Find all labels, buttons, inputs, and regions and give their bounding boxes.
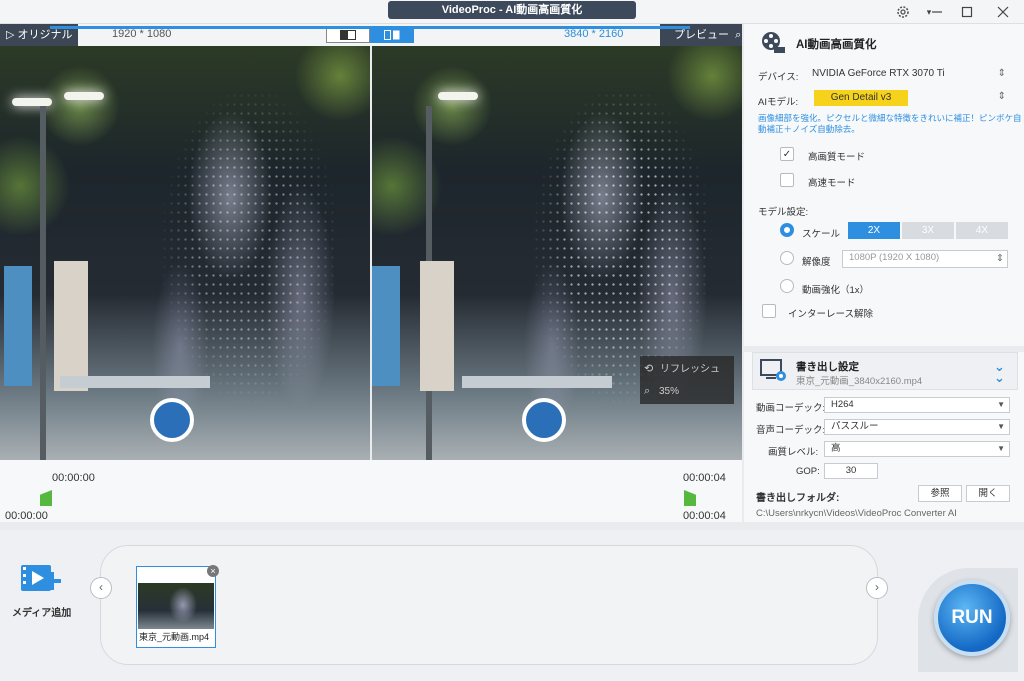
browse-button[interactable]: 参照 bbox=[918, 485, 962, 502]
trim-end-time: 00:00:04 bbox=[683, 510, 726, 522]
export-heading: 書き出し設定 bbox=[796, 361, 859, 373]
audio-codec-label: 音声コーデック: bbox=[756, 425, 826, 436]
gop-input[interactable]: 30 bbox=[824, 463, 878, 479]
hq-mode-checkbox[interactable]: ✓ bbox=[780, 147, 794, 161]
scale-label: スケール bbox=[802, 229, 841, 240]
split-view-icon bbox=[340, 30, 356, 40]
quality-label: 画質レベル: bbox=[768, 447, 819, 458]
side-by-side-toggle[interactable] bbox=[370, 27, 414, 43]
export-folder-label: 書き出しフォルダ: bbox=[756, 493, 840, 504]
scale-4x-button[interactable]: 4X bbox=[956, 222, 1008, 239]
zoom-icon: ⌕ bbox=[735, 29, 742, 41]
add-video-icon bbox=[21, 565, 61, 591]
timeline bbox=[0, 460, 742, 522]
device-select[interactable]: NVIDIA GeForce RTX 3070 Ti ⇕ bbox=[806, 64, 1010, 84]
quality-value: 高 bbox=[831, 443, 841, 454]
open-folder-button[interactable]: 開く bbox=[966, 485, 1010, 502]
refresh-label: リフレッシュ bbox=[660, 364, 720, 375]
chevron-updown-icon: ⇕ bbox=[996, 253, 1004, 264]
chevron-right-icon[interactable]: › bbox=[866, 577, 888, 599]
deinterlace-label: インターレース解除 bbox=[788, 309, 874, 320]
zoom-value: 35% bbox=[658, 386, 679, 397]
scale-3x-button[interactable]: 3X bbox=[902, 222, 954, 239]
audio-codec-select[interactable]: パススルー ▼ bbox=[824, 419, 1010, 435]
timeline-start-time: 00:00:00 bbox=[52, 472, 95, 484]
thumbnail-image bbox=[138, 583, 214, 629]
chevron-updown-icon: ⇕ bbox=[997, 91, 1006, 102]
resolution-select[interactable]: 1080P (1920 X 1080) ⇕ bbox=[842, 250, 1008, 268]
split-view-toggle[interactable] bbox=[326, 27, 370, 43]
side-by-side-icon bbox=[384, 30, 400, 40]
ai-panel-heading: AI動画高画質化 bbox=[796, 39, 877, 51]
media-strip bbox=[100, 545, 878, 665]
hq-mode-label: 高画質モード bbox=[808, 152, 866, 163]
media-thumbnail[interactable]: 東京_元動画.mp4 bbox=[136, 566, 216, 648]
quality-select[interactable]: 高 ▼ bbox=[824, 441, 1010, 457]
add-media-label: メディア追加 bbox=[12, 608, 72, 619]
device-label: デバイス: bbox=[758, 72, 799, 83]
minimize-button[interactable] bbox=[922, 2, 952, 22]
resolution-label: 解像度 bbox=[802, 257, 831, 268]
window-title: VideoProc - AI動画高画質化 bbox=[388, 1, 636, 19]
check-icon: ✓ bbox=[782, 148, 792, 160]
gop-label: GOP: bbox=[796, 466, 820, 477]
thumbnail-filename: 東京_元動画.mp4 bbox=[139, 632, 210, 642]
ai-model-label: AIモデル: bbox=[758, 97, 799, 108]
chevron-updown-icon: ⇕ bbox=[997, 68, 1006, 79]
preview-controls: ⟲ リフレッシュ ⌕ 35% bbox=[640, 356, 734, 404]
preview-tab-label: プレビュー bbox=[674, 29, 729, 41]
export-folder-path: C:\Users\nrkycn\Videos\VideoProc Convert… bbox=[756, 508, 957, 519]
film-reel-icon bbox=[760, 30, 786, 54]
audio-codec-value: パススルー bbox=[831, 421, 879, 432]
fast-mode-checkbox[interactable] bbox=[780, 173, 794, 187]
export-filename: 東京_元動画_3840x2160.mp4 bbox=[796, 376, 923, 387]
run-button[interactable]: RUN bbox=[934, 580, 1010, 656]
maximize-button[interactable] bbox=[952, 2, 982, 22]
deinterlace-checkbox[interactable] bbox=[762, 304, 776, 318]
ai-model-value: Gen Detail v3 bbox=[814, 90, 908, 106]
dropdown-arrow-icon: ▼ bbox=[997, 400, 1005, 409]
dropdown-arrow-icon: ▼ bbox=[997, 444, 1005, 453]
original-frame bbox=[0, 46, 370, 460]
ai-model-description: 画像細部を強化。ピクセルと微細な特徴をきれいに補正！ピンボケ自動補正＋ノイズ自動… bbox=[758, 113, 1022, 134]
enhance-radio[interactable] bbox=[780, 279, 794, 293]
video-codec-value: H264 bbox=[831, 399, 854, 410]
close-button[interactable] bbox=[988, 2, 1018, 22]
video-codec-select[interactable]: H264 ▼ bbox=[824, 397, 1010, 413]
double-chevron-down-icon[interactable]: ⌄ ⌄ bbox=[994, 360, 1005, 384]
enhance-label: 動画強化（1x） bbox=[802, 285, 870, 296]
remove-media-icon[interactable]: × bbox=[207, 565, 219, 577]
ai-model-select[interactable]: Gen Detail v3 ⇕ bbox=[806, 88, 1010, 108]
resolution-value: 1080P (1920 X 1080) bbox=[849, 252, 940, 263]
video-preview[interactable] bbox=[0, 46, 742, 460]
zoom-control[interactable]: ⌕ 35% bbox=[644, 382, 730, 400]
dropdown-arrow-icon: ▼ bbox=[997, 422, 1005, 431]
preview-resolution: 3840 * 2160 bbox=[564, 28, 624, 40]
refresh-icon: ⟲ bbox=[644, 363, 654, 375]
resolution-radio[interactable] bbox=[780, 251, 794, 265]
device-value: NVIDIA GeForce RTX 3070 Ti bbox=[812, 68, 945, 79]
timeline-end-time: 00:00:04 bbox=[683, 472, 726, 484]
add-media-button[interactable] bbox=[20, 562, 62, 598]
video-codec-label: 動画コーデック: bbox=[756, 403, 826, 414]
trim-start-time: 00:00:00 bbox=[5, 510, 48, 522]
chevron-left-icon[interactable]: ‹ bbox=[90, 577, 112, 599]
zoom-icon: ⌕ bbox=[644, 385, 651, 397]
fast-mode-label: 高速モード bbox=[808, 178, 856, 189]
scale-radio[interactable] bbox=[780, 223, 794, 237]
scale-2x-button[interactable]: 2X bbox=[848, 222, 900, 239]
timeline-track[interactable] bbox=[50, 26, 690, 29]
refresh-button[interactable]: ⟲ リフレッシュ bbox=[644, 360, 730, 378]
export-icon bbox=[760, 358, 788, 384]
model-settings-label: モデル設定: bbox=[758, 207, 809, 218]
original-resolution: 1920 * 1080 bbox=[112, 28, 172, 40]
